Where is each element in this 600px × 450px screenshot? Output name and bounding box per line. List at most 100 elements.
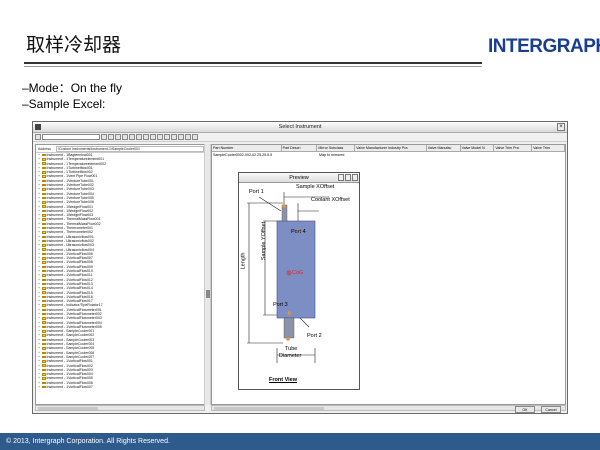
folder-icon bbox=[42, 188, 46, 191]
tree-pane: Address \Custom Instruments\Instrument-1… bbox=[35, 144, 205, 405]
folder-icon bbox=[42, 317, 46, 320]
arrow-left-icon[interactable] bbox=[157, 134, 163, 140]
folder-icon bbox=[42, 355, 46, 359]
folder-icon bbox=[42, 244, 46, 247]
folder-icon bbox=[42, 248, 46, 251]
folder-icon bbox=[42, 330, 46, 333]
grid-cell[interactable]: SampleCooler0002-002-02.25.25.6.5 bbox=[212, 152, 318, 158]
arrow-right-icon[interactable] bbox=[164, 134, 170, 140]
scroll-thumb[interactable] bbox=[38, 407, 98, 410]
folder-icon bbox=[42, 368, 46, 372]
folder-icon bbox=[42, 265, 46, 269]
preview-title: Preview bbox=[289, 175, 309, 181]
toolbar-button-4[interactable] bbox=[122, 134, 128, 140]
grid-header[interactable]: Mirror Subclass bbox=[317, 145, 356, 151]
folder-icon bbox=[42, 175, 46, 178]
grid-header-row: Part Number Part Descri Mirror Subclass … bbox=[212, 145, 565, 152]
toolbar-button-1[interactable] bbox=[101, 134, 107, 140]
bullet-sample-excel: –Sample Excel: bbox=[22, 97, 106, 111]
folder-icon bbox=[42, 231, 46, 234]
grid-cell[interactable]: Map to mirrored bbox=[318, 152, 356, 158]
front-view-label: Front View bbox=[269, 377, 298, 383]
grid-header[interactable]: Valve Model N bbox=[461, 145, 495, 151]
grid-header[interactable]: Valve Trim Pra bbox=[494, 145, 533, 151]
help-icon[interactable] bbox=[192, 134, 198, 140]
folder-icon bbox=[42, 321, 46, 324]
folder-icon bbox=[42, 196, 46, 200]
address-input[interactable]: \Custom Instruments\Instrument-1\SampleC… bbox=[56, 145, 204, 152]
toolbar-button-7[interactable] bbox=[143, 134, 149, 140]
folder-icon bbox=[42, 278, 46, 281]
instrument-tree: + Instrument - 1Bagterminal001 + Instrument… bbox=[36, 153, 204, 389]
title-underline-thin bbox=[24, 66, 482, 67]
ok-button[interactable]: OK bbox=[515, 406, 535, 413]
folder-icon bbox=[42, 304, 46, 307]
folder-icon bbox=[42, 222, 46, 226]
minimize-icon[interactable] bbox=[338, 174, 344, 181]
window-title: Select Instrument bbox=[278, 124, 322, 130]
grid-header[interactable]: Valve Manufacturer Industry Pra bbox=[355, 145, 427, 151]
settings-icon[interactable] bbox=[185, 134, 191, 140]
bullet-mode: –Mode：On the fly bbox=[22, 81, 123, 95]
toolbar bbox=[33, 133, 567, 142]
folder-icon bbox=[42, 295, 46, 299]
grid-header[interactable]: Part Descri bbox=[282, 145, 318, 151]
table-row[interactable]: SampleCooler0002-002-02.25.25.6.5 Map to… bbox=[212, 152, 565, 158]
tree-item[interactable]: + Instrument - 1VorticalFlow007 bbox=[38, 385, 204, 389]
folder-icon bbox=[42, 282, 46, 286]
toolbar-button-3[interactable] bbox=[115, 134, 121, 140]
folder-icon bbox=[42, 205, 46, 208]
folder-icon bbox=[42, 347, 46, 350]
sample-xoffset-label: Sample XOffset bbox=[296, 184, 335, 190]
toolbar-button-6[interactable] bbox=[136, 134, 142, 140]
grid-header[interactable]: Part Number bbox=[212, 145, 282, 151]
folder-icon bbox=[42, 274, 46, 277]
toolbar-button-8[interactable] bbox=[150, 134, 156, 140]
splitter-handle[interactable] bbox=[206, 290, 210, 298]
grid-header[interactable]: Valve Trim bbox=[532, 145, 565, 151]
folder-icon bbox=[42, 308, 46, 312]
folder-icon bbox=[42, 325, 46, 329]
folder-icon bbox=[42, 360, 46, 363]
pane-splitter[interactable] bbox=[204, 144, 211, 405]
folder-icon bbox=[42, 381, 46, 385]
coolant-xoffset-label: Coolant XOffset bbox=[311, 197, 350, 203]
folder-icon bbox=[42, 373, 46, 376]
tree-horizontal-scrollbar[interactable] bbox=[35, 405, 205, 411]
location-combo[interactable] bbox=[42, 134, 100, 140]
length-label: Length bbox=[240, 252, 247, 270]
folder-icon bbox=[42, 269, 46, 273]
close-icon[interactable] bbox=[352, 174, 358, 181]
slide-title: 取样冷却器 bbox=[26, 34, 122, 56]
grid-horizontal-scrollbar[interactable] bbox=[211, 405, 566, 411]
window-app-icon bbox=[35, 124, 41, 130]
toolbar-button-2[interactable] bbox=[108, 134, 114, 140]
folder-icon bbox=[42, 209, 46, 213]
folder-icon bbox=[42, 214, 46, 217]
port2-label: Port 2 bbox=[307, 333, 322, 339]
diameter-label: Diameter bbox=[279, 353, 302, 359]
address-bar: Address \Custom Instruments\Instrument-1… bbox=[36, 145, 204, 153]
cog-label: CoG bbox=[292, 270, 304, 276]
filter-icon[interactable] bbox=[178, 134, 184, 140]
preview-window: Preview Port 1 Sample XOffset Coolant XO… bbox=[238, 172, 360, 390]
title-underline bbox=[24, 62, 482, 64]
folder-icon bbox=[42, 166, 46, 170]
refresh-icon[interactable] bbox=[171, 134, 177, 140]
folder-icon bbox=[42, 385, 46, 389]
folder-icon bbox=[42, 158, 46, 161]
maximize-icon[interactable] bbox=[345, 174, 351, 181]
grid-header[interactable]: Valve Manufac bbox=[427, 145, 461, 151]
preview-titlebar: Preview bbox=[239, 173, 359, 183]
back-icon[interactable] bbox=[35, 134, 41, 140]
folder-icon bbox=[42, 287, 46, 290]
folder-icon bbox=[42, 342, 46, 346]
close-icon[interactable]: × bbox=[557, 123, 565, 131]
scroll-thumb[interactable] bbox=[214, 407, 324, 410]
folder-icon bbox=[42, 312, 46, 316]
toolbar-button-5[interactable] bbox=[129, 134, 135, 140]
folder-icon bbox=[42, 179, 46, 183]
folder-icon bbox=[42, 291, 46, 294]
cancel-button[interactable]: Cancel bbox=[541, 406, 561, 413]
folder-icon bbox=[42, 334, 46, 337]
